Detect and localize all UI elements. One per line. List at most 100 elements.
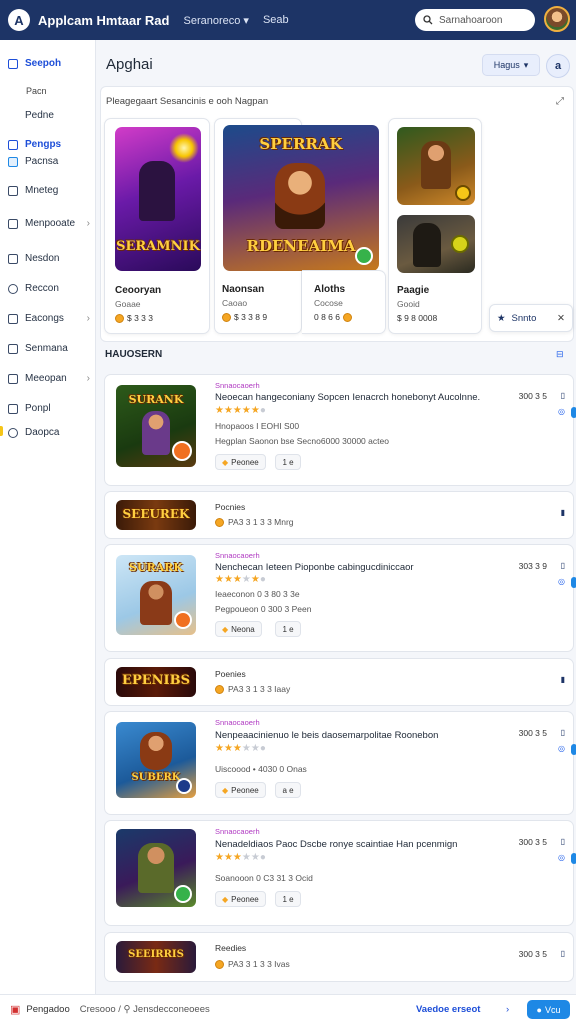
chevron-right-icon[interactable]: › [506, 1004, 509, 1015]
badge-icon [174, 611, 192, 629]
scroll-marker [571, 577, 576, 588]
featured-card[interactable]: Paagie Gooid $ 9 8 0008 [388, 118, 482, 334]
badge-icon [355, 247, 373, 265]
list-item[interactable]: SUBERK Snnaocaoerh Nenpeaacinienuo le be… [104, 711, 576, 815]
card-title: Aloths [314, 284, 346, 295]
bottom-left-label: Pengadoo [26, 1004, 70, 1015]
card-price: $ 9 8 0008 [397, 313, 437, 323]
sidebar-item-label: Reccon [25, 283, 59, 294]
featured-card[interactable]: SERAMNIK Ceooryan Goaae $ 3 3 3 [104, 118, 210, 334]
sidebar-item-pedne[interactable]: Pedne [8, 110, 90, 121]
category-chip[interactable]: ◆ Peonee [215, 454, 266, 470]
list-item[interactable]: SURANK Snnaocaoerh Neoecan hangeconiany … [104, 374, 576, 486]
game-thumbnail: SURANK [116, 385, 196, 467]
count-chip[interactable]: 1 e [275, 621, 301, 637]
app-logo-icon[interactable]: A [8, 9, 30, 31]
category-chip[interactable]: ◆ Peonee [215, 782, 266, 798]
sidebar-item-nesdon[interactable]: Nesdon [8, 253, 90, 264]
sidebar-item-menpooate[interactable]: Menpooate › [8, 218, 90, 229]
search-icon [423, 15, 433, 25]
hero-character [140, 732, 172, 770]
item-label: Poenies [215, 669, 246, 679]
bookmark-icon[interactable]: ▯ [561, 561, 565, 570]
list-item[interactable]: EPENIBS Poenies PA3 3 1 3 3 Iaay ▮ [104, 658, 574, 706]
item-price: 300 3 5 [518, 837, 547, 847]
item-title[interactable]: Neoecan hangeconiany Sopcen Ienacrch hon… [215, 392, 480, 403]
item-meta-secondary: Pegpoueon 0 300 3 Peen [215, 604, 312, 614]
sidebar-item-ponpl[interactable]: Ponpl [8, 403, 90, 414]
trophy-icon: ◆ [222, 785, 229, 795]
sidebar: Seepoh Pacn Pedne Pengps Pacnsa Mneteg M… [0, 40, 96, 994]
list-item[interactable]: Snnaocaoerh Nenadeldiaos Paoc Dscbe rony… [104, 820, 576, 926]
user-avatar[interactable] [544, 6, 570, 32]
sidebar-item-mneteg[interactable]: Mneteg [8, 185, 90, 196]
list-item[interactable]: SURARK Snnaocaoerh Nenchecan Ieteen Piop… [104, 544, 576, 652]
bottom-left-group[interactable]: ▣ Pengadoo [10, 1003, 70, 1016]
coin-icon [222, 312, 231, 322]
blank-icon [8, 111, 18, 121]
bookmark-icon[interactable]: ▮ [561, 508, 565, 517]
bottom-action-button[interactable]: ● Vcu [527, 1000, 570, 1019]
thumb-title-art: SEEIRRIS [128, 949, 184, 960]
card-subtitle: Cocose [314, 298, 343, 308]
count-chip[interactable]: 1 e [275, 454, 301, 470]
card-price-value: $ 3 3 8 9 [234, 312, 268, 322]
sidebar-item-label: Pacnsa [25, 156, 59, 167]
sidebar-item-label: Ponpl [25, 403, 51, 414]
rating-stars: ★★★★★● [215, 574, 266, 585]
hero-silhouette [139, 161, 175, 221]
card-title: Naonsan [222, 284, 265, 295]
category-chip[interactable]: ◆ Peonee [215, 891, 266, 907]
item-title[interactable]: Nenpeaacinienuo le beis daosemarpolitae … [215, 730, 438, 741]
item-title[interactable]: Nenadeldiaos Paoc Dscbe ronye scaintiae … [215, 839, 457, 850]
search-input[interactable]: Sarnahoaroon [415, 9, 535, 31]
share-icon[interactable]: ◎ [558, 407, 565, 416]
settings-icon [8, 313, 18, 324]
sort-dropdown[interactable]: Hagus ▾ [482, 54, 540, 76]
bookmark-icon[interactable]: ▯ [561, 949, 565, 958]
app-brand[interactable]: Applcam Hmtaar Rad [38, 13, 169, 28]
chat-icon [8, 403, 18, 414]
sidebar-item-reccon[interactable]: Reccon [8, 283, 90, 294]
rating-stars: ★★★★★● [215, 743, 266, 754]
sidebar-item-senmana[interactable]: Senmana [8, 343, 90, 354]
category-chip[interactable]: ◆ Neona [215, 621, 262, 637]
item-title[interactable]: Nenchecan Ieteen Pioponbe cabingucdinicc… [215, 562, 414, 573]
list-item[interactable]: SEEIRRIS Reedies PA3 3 1 3 3 Ivas 300 3 … [104, 932, 574, 982]
share-icon[interactable]: ◎ [558, 744, 565, 753]
breadcrumb[interactable]: Cresooo / ⚲ Jensdecconeoees [80, 1004, 210, 1015]
hero-character [421, 141, 451, 189]
bookmark-icon[interactable]: ▯ [561, 837, 565, 846]
sidebar-item-eacongs[interactable]: Eacongs › [8, 313, 90, 324]
count-chip[interactable]: a e [275, 782, 301, 798]
notification-toast[interactable]: ★ Snnto ✕ [489, 304, 573, 332]
card-subtitle: Gooid [397, 299, 420, 309]
sidebar-subitem[interactable]: Pacn [26, 86, 47, 96]
profile-button[interactable]: a [546, 54, 570, 78]
nav-link-secondary[interactable]: Seab [263, 14, 289, 26]
bottom-link[interactable]: Vaedoe erseot [416, 1004, 480, 1015]
close-icon[interactable]: ✕ [557, 313, 565, 324]
item-meta: Soanooon 0 C3 31 3 Ocid [215, 873, 313, 883]
filter-icon[interactable]: ⊟ [556, 349, 564, 360]
sidebar-item-pengps[interactable]: Pengps [8, 139, 90, 150]
sidebar-item-label: Nesdon [25, 253, 60, 264]
count-chip[interactable]: 1 e [275, 891, 301, 907]
sidebar-subitem-pacnsa[interactable]: Pacnsa [8, 156, 90, 167]
sidebar-item-search[interactable]: Seepoh [8, 58, 90, 69]
hero-character [142, 411, 170, 455]
card-price-value: $ 3 3 3 [127, 313, 153, 323]
item-price: 300 3 5 [518, 728, 547, 738]
nav-menu-dropdown[interactable]: Seranoreco ▾ [183, 14, 248, 27]
sidebar-item-meeopan[interactable]: Meeopan › [8, 373, 90, 384]
grid-icon [8, 253, 18, 264]
sidebar-item-daopca[interactable]: Daopca [8, 427, 90, 438]
bookmark-icon[interactable]: ▯ [561, 728, 565, 737]
list-item[interactable]: SEEUREK Pocnies PA3 3 1 3 3 Mnrg ▮ [104, 491, 574, 539]
share-icon[interactable]: ◎ [558, 577, 565, 586]
game-cover-image: SPERRAK RDENEAIMA [223, 125, 379, 271]
bookmark-icon[interactable]: ▯ [561, 391, 565, 400]
expand-icon[interactable]: ⤢ [556, 96, 564, 107]
bookmark-icon[interactable]: ▮ [561, 675, 565, 684]
share-icon[interactable]: ◎ [558, 853, 565, 862]
